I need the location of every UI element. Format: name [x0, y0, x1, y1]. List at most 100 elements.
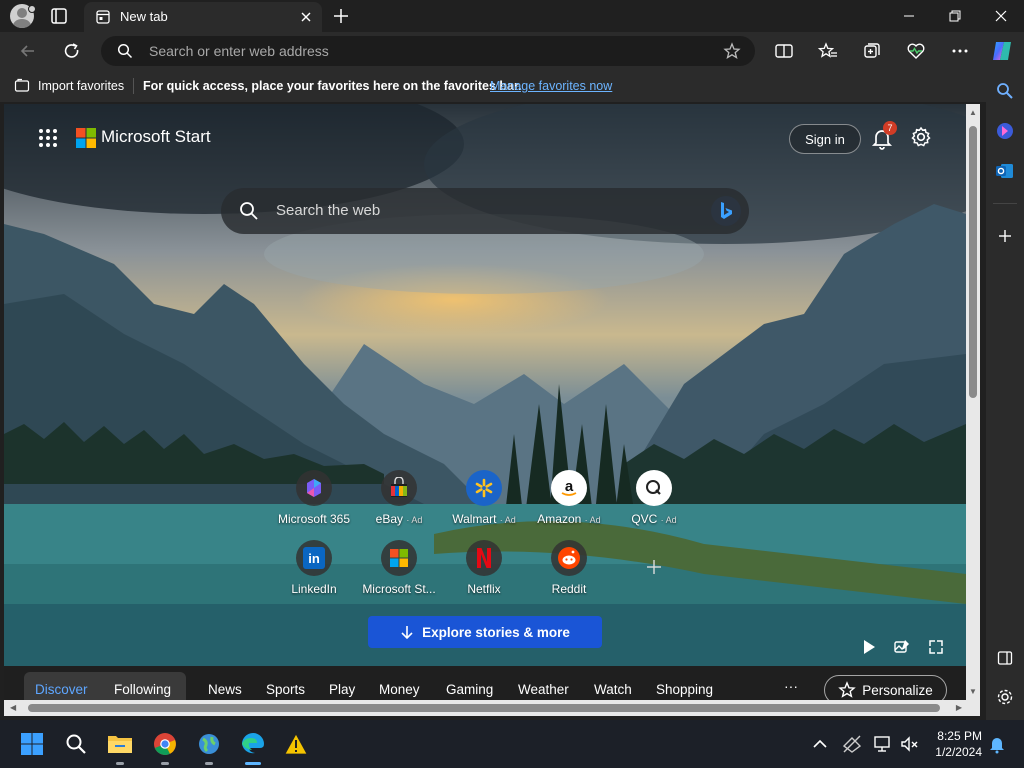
- profile-status-icon: [28, 5, 36, 13]
- notification-center-bell-icon[interactable]: [987, 734, 1007, 754]
- chrome-browser-icon[interactable]: [151, 730, 179, 758]
- sidebar-copilot-icon[interactable]: [993, 119, 1017, 143]
- new-tab-page-icon: [96, 10, 110, 24]
- sidebar-divider: [993, 203, 1017, 204]
- add-shortcut-plus-icon[interactable]: [644, 557, 664, 577]
- tile-walmart[interactable]: Walmart · Ad: [439, 470, 529, 526]
- start-menu-windows-icon[interactable]: [18, 730, 46, 758]
- copilot-icon[interactable]: [990, 39, 1014, 63]
- page-vertical-scrollbar[interactable]: ▲ ▼: [966, 104, 980, 700]
- system-clock[interactable]: 8:25 PM 1/2/2024: [930, 728, 982, 760]
- tile-label: QVC: [631, 512, 658, 526]
- sidebar-settings-icon[interactable]: [993, 685, 1017, 709]
- nav-tab-shopping[interactable]: Shopping: [656, 682, 713, 697]
- nav-tab-sports[interactable]: Sports: [266, 682, 305, 697]
- web-search-input[interactable]: Search the web: [276, 202, 380, 219]
- nav-more-button[interactable]: ···: [784, 678, 798, 694]
- address-bar[interactable]: Search or enter web address: [101, 36, 755, 66]
- nav-tab-weather[interactable]: Weather: [518, 682, 569, 697]
- restore-button[interactable]: [932, 0, 978, 32]
- page-horizontal-scrollbar[interactable]: ◀ ▶: [4, 700, 980, 716]
- sidebar-search-icon[interactable]: [993, 79, 1017, 103]
- nav-tab-money[interactable]: Money: [379, 682, 420, 697]
- windows-taskbar: 8:25 PM 1/2/2024: [0, 720, 1024, 768]
- nav-tab-following[interactable]: Following: [114, 682, 171, 697]
- tab-actions-icon[interactable]: [50, 7, 68, 25]
- split-screen-icon[interactable]: [774, 41, 794, 61]
- scroll-left-arrow-icon[interactable]: ◀: [10, 703, 16, 712]
- bing-copilot-icon[interactable]: [710, 195, 742, 227]
- tile-reddit[interactable]: Reddit: [524, 540, 614, 596]
- refresh-icon[interactable]: [62, 41, 82, 61]
- brand-title: Microsoft Start: [101, 127, 211, 146]
- nav-tab-watch[interactable]: Watch: [594, 682, 632, 697]
- scroll-right-arrow-icon[interactable]: ▶: [956, 703, 962, 712]
- import-favorites-button[interactable]: Import favorites: [38, 79, 124, 93]
- nav-tab-discover[interactable]: Discover: [35, 682, 88, 697]
- personalize-star-icon: [838, 681, 856, 698]
- fullscreen-expand-icon[interactable]: [927, 638, 945, 656]
- manage-favorites-link[interactable]: Manage favorites now: [490, 79, 612, 93]
- close-tab-icon[interactable]: [298, 9, 314, 25]
- scroll-up-arrow-icon[interactable]: ▲: [969, 108, 977, 117]
- tile-label: Microsoft 365: [277, 512, 351, 526]
- collections-icon[interactable]: [862, 41, 882, 61]
- tab-new-tab[interactable]: New tab: [84, 2, 322, 32]
- personalize-label: Personalize: [862, 682, 933, 698]
- horizontal-scroll-thumb[interactable]: [28, 704, 940, 712]
- minimize-button[interactable]: [886, 0, 932, 32]
- clock-time: 8:25 PM: [937, 729, 982, 743]
- qvc-icon: [636, 470, 672, 506]
- file-explorer-folder-icon[interactable]: [106, 730, 134, 758]
- favorites-divider: [133, 78, 134, 94]
- hide-sidebar-icon[interactable]: [993, 646, 1017, 670]
- running-indicator: [205, 762, 213, 765]
- sidebar-outlook-icon[interactable]: [993, 159, 1017, 183]
- sidebar-add-icon[interactable]: [993, 224, 1017, 248]
- tile-label: Amazon: [537, 512, 582, 526]
- nav-tab-gaming[interactable]: Gaming: [446, 682, 493, 697]
- linkedin-icon: in: [296, 540, 332, 576]
- scroll-down-arrow-icon[interactable]: ▼: [969, 687, 977, 696]
- tile-netflix[interactable]: Netflix: [439, 540, 529, 596]
- favorites-icon[interactable]: [818, 41, 838, 61]
- reddit-icon: [551, 540, 587, 576]
- browser-essentials-icon[interactable]: [906, 41, 926, 61]
- tile-linkedin[interactable]: in LinkedIn: [269, 540, 359, 596]
- network-globe-app-icon[interactable]: [195, 730, 223, 758]
- taskbar-search-icon[interactable]: [62, 730, 90, 758]
- nav-tab-news[interactable]: News: [208, 682, 242, 697]
- vertical-scroll-thumb[interactable]: [969, 126, 977, 398]
- apps-launcher-icon[interactable]: [38, 128, 58, 148]
- page-settings-gear-icon[interactable]: [910, 126, 932, 148]
- tile-label: Walmart: [452, 512, 497, 526]
- play-slideshow-icon[interactable]: [860, 638, 878, 656]
- edge-browser-icon[interactable]: [239, 730, 267, 758]
- new-tab-button[interactable]: [331, 6, 351, 26]
- back-arrow-icon[interactable]: [18, 41, 38, 61]
- close-window-button[interactable]: [978, 0, 1024, 32]
- tile-microsoft-365[interactable]: Microsoft 365: [269, 470, 359, 526]
- running-indicator: [161, 762, 169, 765]
- more-options-icon[interactable]: [950, 41, 970, 61]
- tile-amazon[interactable]: a Amazon · Ad: [524, 470, 614, 526]
- explore-stories-button[interactable]: Explore stories & more: [368, 616, 602, 648]
- network-offline-icon[interactable]: [842, 734, 862, 754]
- tile-microsoft-store[interactable]: Microsoft St...: [354, 540, 444, 596]
- add-favorite-star-icon[interactable]: [723, 42, 741, 60]
- personalize-button[interactable]: Personalize: [824, 675, 947, 700]
- show-hidden-icons-chevron-icon[interactable]: [810, 734, 830, 754]
- favorites-bar-message: For quick access, place your favorites h…: [143, 79, 522, 93]
- tile-qvc[interactable]: QVC · Ad: [609, 470, 699, 526]
- nav-tab-play[interactable]: Play: [329, 682, 355, 697]
- web-search-box[interactable]: Search the web: [221, 188, 749, 234]
- svg-text:in: in: [308, 551, 320, 566]
- change-background-icon[interactable]: [893, 638, 911, 656]
- tile-label: Reddit: [551, 582, 587, 596]
- warning-app-icon[interactable]: [282, 730, 310, 758]
- tile-ebay[interactable]: eBay · Ad: [354, 470, 444, 526]
- display-monitor-icon[interactable]: [873, 734, 893, 754]
- volume-muted-icon[interactable]: [899, 734, 919, 754]
- sign-in-button[interactable]: Sign in: [789, 124, 861, 154]
- address-input[interactable]: Search or enter web address: [149, 43, 329, 59]
